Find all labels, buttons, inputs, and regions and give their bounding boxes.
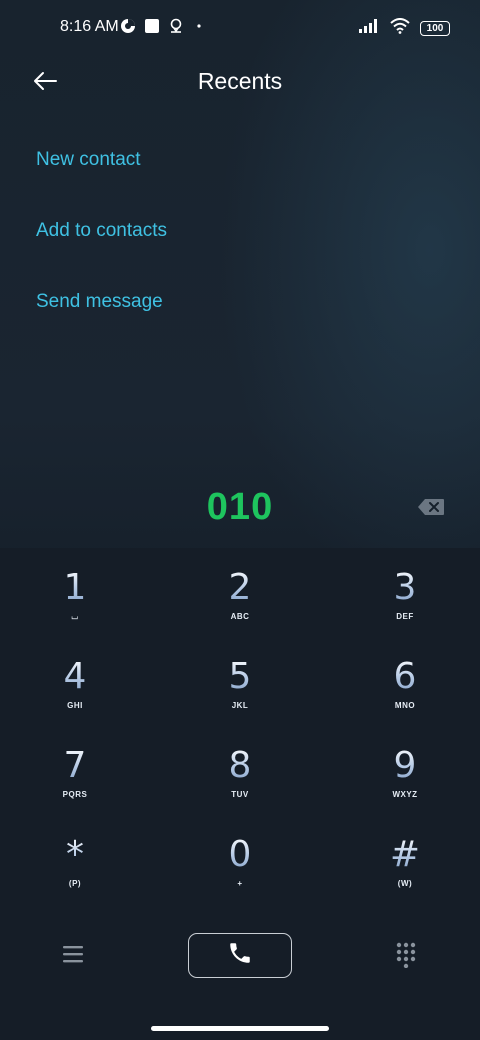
key-letters: GHI	[67, 701, 83, 710]
location-icon	[168, 18, 184, 39]
phone-icon	[227, 940, 253, 971]
wifi-icon	[390, 18, 410, 39]
call-button[interactable]	[188, 933, 292, 978]
key-digit: #	[389, 834, 421, 875]
voicemail-icon: ⌴	[71, 612, 79, 621]
key-digit: 5	[228, 656, 252, 697]
send-message-link[interactable]: Send message	[36, 272, 167, 343]
key-7[interactable]: 7 PQRS	[20, 746, 130, 816]
status-right-icons: 100	[358, 18, 450, 39]
key-letters: PQRS	[62, 790, 88, 799]
key-letters: JKL	[231, 701, 249, 710]
key-digit: 8	[228, 745, 252, 786]
key-digit: 3	[393, 567, 417, 608]
key-3[interactable]: 3 DEF	[350, 568, 460, 638]
key-1[interactable]: 1 ⌴	[20, 568, 130, 638]
key-digit: *	[66, 834, 84, 875]
key-letters: (P)	[68, 879, 82, 888]
key-6[interactable]: 6 MNO	[350, 657, 460, 727]
page-title: Recents	[197, 68, 283, 94]
dialed-number[interactable]: 010	[0, 486, 480, 529]
add-to-contacts-link[interactable]: Add to contacts	[36, 201, 167, 272]
key-digit: 1	[63, 567, 87, 608]
key-letters: +	[237, 879, 243, 888]
key-4[interactable]: 4 GHI	[20, 657, 130, 727]
status-time: 8:16 AM	[60, 18, 119, 35]
key-digit: 2	[228, 567, 252, 608]
menu-icon[interactable]	[62, 944, 84, 964]
key-hash[interactable]: # (W)	[350, 835, 460, 905]
data-saver-icon	[120, 18, 136, 39]
key-5[interactable]: 5 JKL	[185, 657, 295, 727]
key-digit: 0	[228, 834, 252, 875]
key-letters: DEF	[396, 612, 414, 621]
key-letters: MNO	[394, 701, 416, 710]
key-digit: 6	[393, 656, 417, 697]
signal-icon	[358, 18, 380, 39]
key-letters: ABC	[230, 612, 250, 621]
dot-icon	[192, 18, 206, 39]
key-letters: TUV	[231, 790, 249, 799]
key-digit: 4	[63, 656, 87, 697]
key-letters: WXYZ	[392, 790, 418, 799]
status-left-icons	[120, 18, 206, 39]
action-list: New contact Add to contacts Send message	[36, 130, 167, 343]
key-star[interactable]: * (P)	[20, 835, 130, 905]
new-contact-link[interactable]: New contact	[36, 130, 167, 201]
key-8[interactable]: 8 TUV	[185, 746, 295, 816]
header: Recents	[0, 56, 480, 106]
key-letters: (W)	[397, 879, 413, 888]
key-9[interactable]: 9 WXYZ	[350, 746, 460, 816]
home-indicator[interactable]	[151, 1026, 329, 1031]
key-0[interactable]: 0 +	[185, 835, 295, 905]
key-2[interactable]: 2 ABC	[185, 568, 295, 638]
key-digit: 9	[393, 745, 417, 786]
backspace-icon[interactable]	[417, 498, 445, 516]
status-bar: 8:16 AM 100	[0, 0, 480, 56]
dialpad-icon[interactable]	[396, 942, 416, 969]
battery-icon: 100	[420, 21, 450, 36]
square-notification-icon	[144, 18, 160, 39]
bottom-bar	[0, 930, 480, 980]
key-digit: 7	[63, 745, 87, 786]
